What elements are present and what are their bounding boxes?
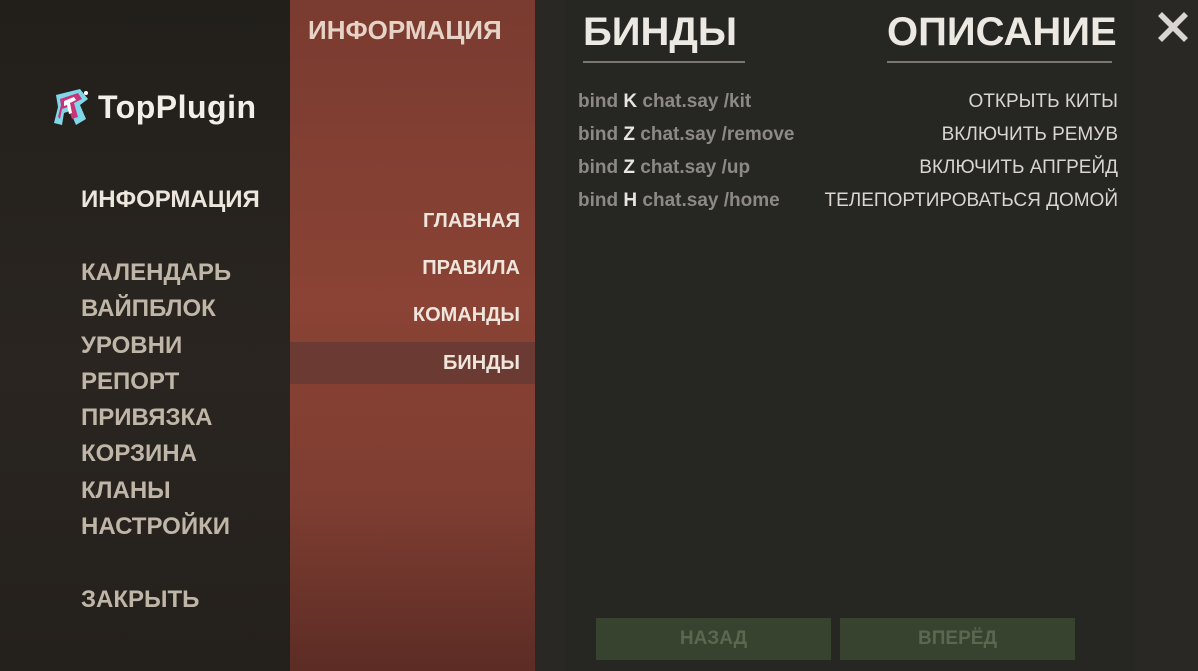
bind-description: ВКЛЮЧИТЬ АПГРЕЙД: [919, 157, 1118, 178]
bind-row: bind H chat.say /home ТЕЛЕПОРТИРОВАТЬСЯ …: [578, 187, 1118, 215]
binds-header: БИНДЫ: [583, 10, 745, 63]
logo-icon: [54, 89, 88, 125]
submenu-panel: ИНФОРМАЦИЯ ГЛАВНАЯ ПРАВИЛА КОМАНДЫ БИНДЫ: [290, 0, 535, 671]
nav-item-clans[interactable]: КЛАНЫ: [81, 476, 231, 512]
back-button[interactable]: НАЗАД: [596, 618, 831, 660]
bind-row: bind Z chat.say /up ВКЛЮЧИТЬ АПГРЕЙД: [578, 154, 1118, 182]
bind-description: ТЕЛЕПОРТИРОВАТЬСЯ ДОМОЙ: [824, 190, 1119, 211]
close-icon[interactable]: [1156, 10, 1190, 44]
bind-row: bind K chat.say /kit ОТКРЫТЬ КИТЫ: [578, 88, 1118, 116]
bind-command: bind Z chat.say /remove: [578, 124, 795, 145]
nav-item-binding[interactable]: ПРИВЯЗКА: [81, 403, 231, 439]
nav-item-cart[interactable]: КОРЗИНА: [81, 439, 231, 475]
bind-command: bind K chat.say /kit: [578, 91, 752, 112]
nav-item-levels[interactable]: УРОВНИ: [81, 331, 231, 367]
nav-item-information[interactable]: ИНФОРМАЦИЯ: [81, 186, 260, 214]
nav-item-report[interactable]: РЕПОРТ: [81, 367, 231, 403]
submenu-item-commands[interactable]: КОМАНДЫ: [290, 294, 535, 336]
bind-description: ОТКРЫТЬ КИТЫ: [968, 91, 1118, 112]
logo: TopPlugin: [50, 84, 257, 130]
submenu-title: ИНФОРМАЦИЯ: [308, 15, 502, 45]
submenu-item-binds[interactable]: БИНДЫ: [290, 342, 535, 384]
nav-list: КАЛЕНДАРЬ ВАЙПБЛОК УРОВНИ РЕПОРТ ПРИВЯЗК…: [81, 258, 231, 548]
submenu-item-rules[interactable]: ПРАВИЛА: [290, 247, 535, 289]
submenu-item-main[interactable]: ГЛАВНАЯ: [290, 200, 535, 242]
description-header: ОПИСАНИЕ: [887, 10, 1117, 63]
bind-description: ВКЛЮЧИТЬ РЕМУВ: [941, 124, 1118, 145]
bind-command: bind H chat.say /home: [578, 190, 780, 211]
nav-item-settings[interactable]: НАСТРОЙКИ: [81, 512, 231, 548]
bind-command: bind Z chat.say /up: [578, 157, 751, 178]
bind-row: bind Z chat.say /remove ВКЛЮЧИТЬ РЕМУВ: [578, 121, 1118, 149]
nav-item-close[interactable]: ЗАКРЫТЬ: [81, 586, 199, 614]
forward-button[interactable]: ВПЕРЁД: [840, 618, 1075, 660]
nav-item-wipeblock[interactable]: ВАЙПБЛОК: [81, 294, 231, 330]
nav-item-calendar[interactable]: КАЛЕНДАРЬ: [81, 258, 231, 294]
logo-text: TopPlugin: [98, 88, 257, 125]
